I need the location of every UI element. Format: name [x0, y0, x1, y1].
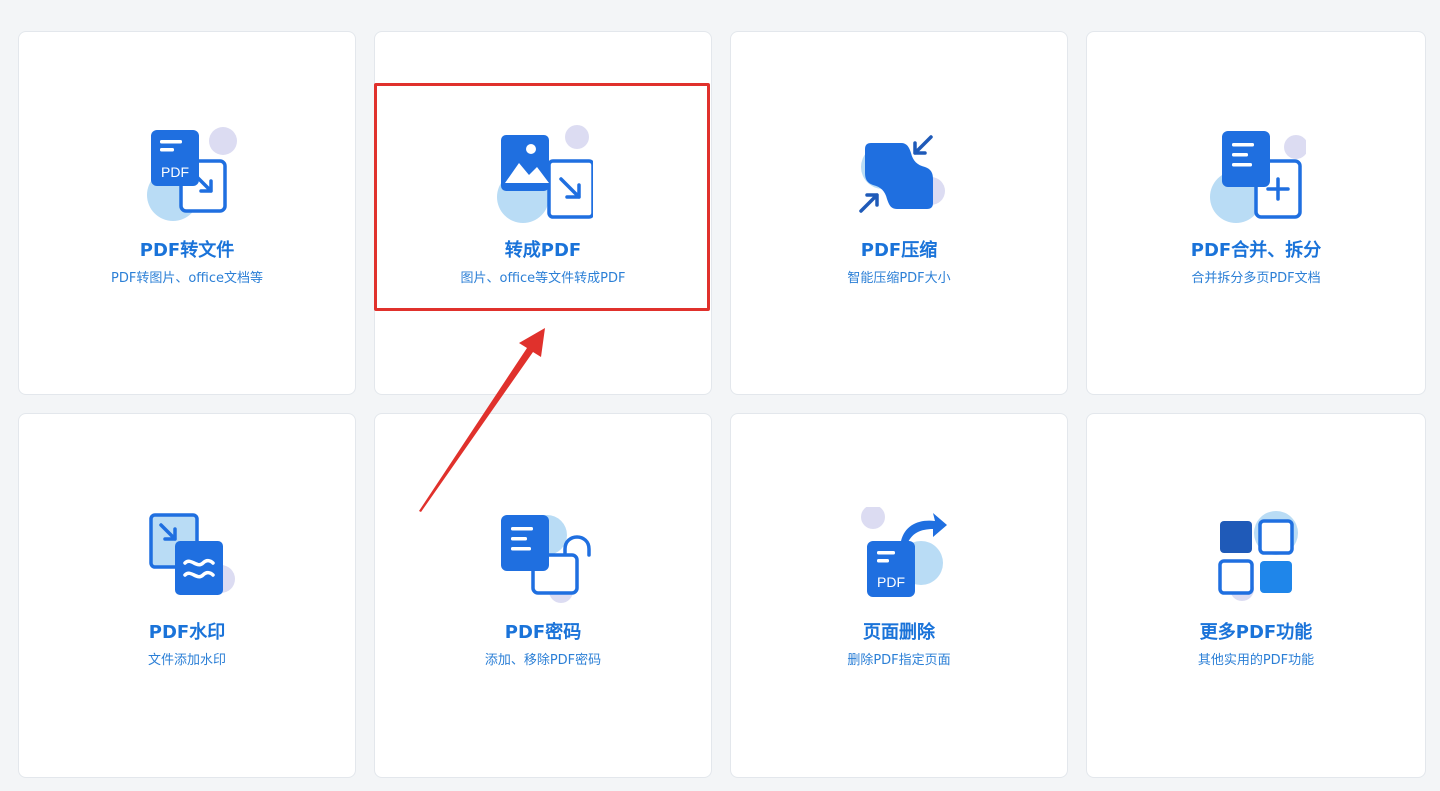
- pdf-tools-grid: PDF PDF转文件 PDF转图片、office文档等 转成PDF 图片、off…: [0, 0, 1440, 791]
- svg-text:PDF: PDF: [161, 164, 189, 180]
- card-subtitle: 智能压缩PDF大小: [847, 271, 951, 286]
- card-pdf-merge-split[interactable]: PDF合并、拆分 合并拆分多页PDF文档: [1086, 31, 1426, 395]
- pdf-to-file-icon: PDF: [147, 127, 237, 221]
- to-pdf-icon: [497, 125, 593, 223]
- password-icon: [501, 515, 591, 603]
- card-pdf-compress[interactable]: PDF压缩 智能压缩PDF大小: [730, 31, 1068, 395]
- card-subtitle: 图片、office等文件转成PDF: [460, 271, 626, 286]
- delete-page-icon: PDF: [861, 507, 947, 597]
- card-title: PDF密码: [504, 622, 582, 643]
- card-title: 页面删除: [863, 622, 935, 643]
- svg-text:PDF: PDF: [877, 574, 905, 590]
- card-title: PDF水印: [148, 622, 226, 643]
- card-title: 更多PDF功能: [1199, 622, 1313, 643]
- more-functions-icon: [1218, 511, 1298, 601]
- card-subtitle: 删除PDF指定页面: [847, 653, 951, 668]
- card-more-pdf-functions[interactable]: 更多PDF功能 其他实用的PDF功能: [1086, 413, 1426, 778]
- card-subtitle: PDF转图片、office文档等: [111, 271, 263, 286]
- card-delete-page[interactable]: PDF 页面删除 删除PDF指定页面: [730, 413, 1068, 778]
- card-to-pdf[interactable]: 转成PDF 图片、office等文件转成PDF: [374, 31, 712, 395]
- watermark-icon: [149, 513, 235, 595]
- card-title: PDF转文件: [139, 240, 235, 261]
- card-subtitle: 添加、移除PDF密码: [484, 653, 602, 668]
- card-title: PDF压缩: [860, 240, 938, 261]
- card-subtitle: 文件添加水印: [147, 653, 226, 668]
- compress-icon: [859, 135, 945, 213]
- card-pdf-to-file[interactable]: PDF PDF转文件 PDF转图片、office文档等: [18, 31, 356, 395]
- card-subtitle: 其他实用的PDF功能: [1197, 653, 1315, 668]
- card-title: 转成PDF: [504, 240, 582, 261]
- card-pdf-password[interactable]: PDF密码 添加、移除PDF密码: [374, 413, 712, 778]
- merge-split-icon: [1210, 131, 1306, 223]
- card-subtitle: 合并拆分多页PDF文档: [1191, 271, 1321, 286]
- card-pdf-watermark[interactable]: PDF水印 文件添加水印: [18, 413, 356, 778]
- card-title: PDF合并、拆分: [1190, 240, 1322, 261]
